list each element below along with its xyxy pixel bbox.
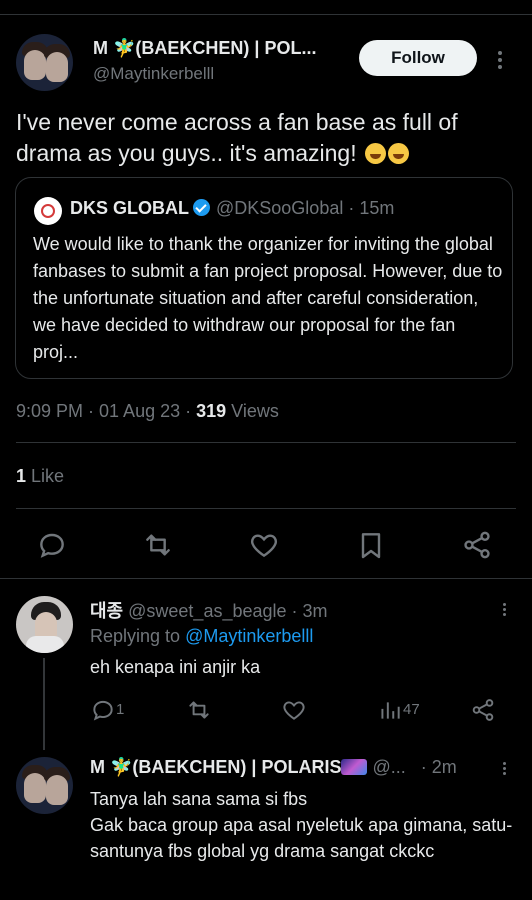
more-options-icon[interactable]: [501, 760, 507, 777]
top-divider: [0, 14, 532, 15]
avatar-figure: [46, 775, 68, 805]
follow-button[interactable]: Follow: [359, 40, 477, 76]
retweet-icon: [189, 701, 209, 719]
reply-views-count: 47: [403, 701, 420, 718]
quote-header: DKS GLOBAL @DKSooGlobal · 15m: [70, 198, 394, 219]
retweet-button[interactable]: [142, 529, 174, 561]
laughing-emoji-icon: [388, 143, 409, 164]
share-icon: [464, 531, 490, 559]
share-button[interactable]: [461, 529, 493, 561]
more-options-icon[interactable]: [497, 48, 503, 72]
reply-icon: [93, 700, 113, 721]
reply-action-bar: 1 47: [90, 696, 500, 724]
timestamp-text[interactable]: 9:09 PM · 01 Aug 23 ·: [16, 401, 196, 421]
divider: [0, 578, 532, 579]
reply-header: M 🧚‍♂️(BAEKCHEN) | POLARIS @... · 2m: [90, 757, 457, 778]
retweet-icon: [146, 534, 170, 556]
bookmark-button[interactable]: [355, 529, 387, 561]
quote-display-name: DKS GLOBAL: [70, 198, 189, 218]
verified-badge-icon: [193, 199, 210, 216]
reply-display-name[interactable]: 대종: [90, 601, 123, 621]
retweet-button[interactable]: [186, 696, 212, 724]
tweet-timestamp: 9:09 PM · 01 Aug 23 · 319 Views: [16, 401, 279, 422]
replying-prefix: Replying to: [90, 626, 186, 646]
likes-summary[interactable]: 1 Like: [16, 466, 64, 487]
display-name[interactable]: M 🧚‍♂️(BAEKCHEN) | POL...: [93, 38, 316, 59]
replying-to-handle[interactable]: @Maytinkerbelll: [185, 626, 313, 646]
like-button[interactable]: [281, 696, 307, 724]
bookmark-icon: [361, 533, 381, 559]
analytics-icon: [381, 702, 400, 719]
reply-handle[interactable]: @...: [372, 757, 405, 777]
quoted-tweet-card[interactable]: DKS GLOBAL @DKSooGlobal · 15m We would li…: [15, 177, 513, 379]
share-icon: [472, 699, 494, 721]
like-button[interactable]: [248, 529, 280, 561]
galaxy-emoji-icon: [341, 759, 368, 775]
user-handle[interactable]: @Maytinkerbelll: [93, 64, 214, 84]
quote-handle: @DKSooGlobal: [216, 198, 344, 218]
main-tweet-header: M 🧚‍♂️(BAEKCHEN) | POL... @Maytinkerbell…: [16, 34, 516, 91]
reply-button[interactable]: [36, 529, 68, 561]
avatar-figure: [26, 636, 64, 653]
reply-count: 1: [116, 701, 125, 718]
likes-count: 1: [16, 466, 27, 486]
avatar[interactable]: [16, 596, 73, 653]
like-icon: [283, 701, 305, 720]
reply-handle[interactable]: @sweet_as_beagle: [128, 601, 286, 621]
share-button[interactable]: [470, 696, 496, 724]
avatar-figure: [46, 52, 68, 82]
replying-to: Replying to @Maytinkerbelll: [90, 626, 313, 647]
reply-text: eh kenapa ini anjir ka: [90, 657, 261, 677]
quote-time: · 15m: [348, 198, 395, 218]
dks-logo-icon: [41, 204, 55, 218]
reply-time: · 2m: [420, 757, 457, 777]
reply-icon: [40, 533, 64, 558]
avatar-figure: [24, 50, 46, 80]
reply-text: Tanya lah sana sama si fbs Gak baca grou…: [90, 789, 513, 861]
likes-label: Like: [26, 466, 65, 486]
views-button[interactable]: 47: [377, 696, 420, 724]
divider: [16, 442, 516, 443]
quote-text: We would like to thank the organizer for…: [33, 234, 503, 362]
avatar-figure: [24, 773, 46, 803]
thread-connector-line: [43, 658, 45, 750]
reply-display-name[interactable]: M 🧚‍♂️(BAEKCHEN) | POLARIS: [90, 757, 341, 777]
views-count: 319: [196, 401, 227, 421]
divider: [16, 508, 516, 509]
avatar[interactable]: [16, 757, 73, 814]
tweet-text: I've never come across a fan base as ful…: [16, 107, 516, 169]
like-icon: [251, 534, 277, 558]
views-label: Views: [226, 401, 279, 421]
reply-time: · 3m: [291, 601, 328, 621]
quote-avatar: [34, 197, 62, 225]
more-options-icon[interactable]: [501, 601, 507, 618]
reply-button[interactable]: 1: [90, 696, 124, 724]
laughing-emoji-icon: [365, 143, 386, 164]
avatar[interactable]: [16, 34, 73, 91]
reply-header: 대종 @sweet_as_beagle · 3m: [90, 597, 328, 623]
